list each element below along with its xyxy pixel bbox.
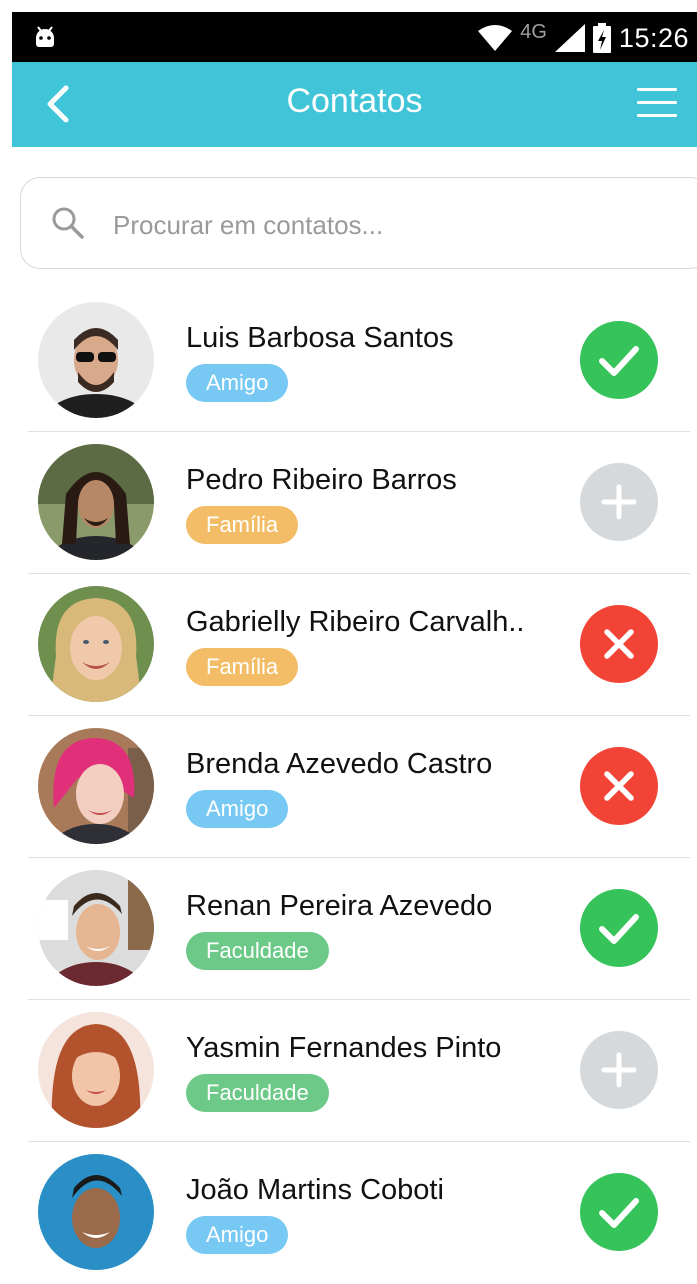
contact-tag: Faculdade — [186, 932, 329, 970]
contact-tag: Família — [186, 506, 299, 544]
add-contact-button[interactable] — [580, 1031, 658, 1109]
android-notification-icon — [36, 26, 54, 47]
check-icon — [580, 889, 658, 967]
contact-name: Luis Barbosa Santos — [186, 322, 454, 354]
avatar — [38, 1154, 154, 1270]
contact-tag: Família — [186, 648, 299, 686]
contact-row[interactable]: João Martins Coboti Amigo — [28, 1142, 690, 1284]
contact-row[interactable]: Gabrielly Ribeiro Carvalh.. Família — [28, 574, 690, 716]
cellular-signal-icon — [554, 24, 585, 52]
status-bar: 4G 15:26 — [12, 12, 697, 62]
search-input[interactable] — [111, 204, 655, 246]
clock: 15:26 — [618, 22, 689, 53]
contact-row[interactable]: Yasmin Fernandes Pinto Faculdade — [28, 1000, 690, 1142]
plus-icon — [580, 463, 658, 541]
check-icon — [580, 321, 658, 399]
network-type-label: 4G — [520, 20, 547, 43]
contact-name: Brenda Azevedo Castro — [186, 748, 493, 780]
avatar — [38, 870, 154, 986]
hamburger-menu-icon[interactable] — [637, 88, 677, 120]
avatar — [38, 302, 154, 418]
contacts-list: Luis Barbosa Santos Amigo Pedro Ribeiro … — [28, 290, 690, 1284]
contact-name: Pedro Ribeiro Barros — [186, 464, 457, 496]
contact-name: Renan Pereira Azevedo — [186, 890, 493, 922]
check-icon — [580, 1173, 658, 1251]
contact-row[interactable]: Renan Pereira Azevedo Faculdade — [28, 858, 690, 1000]
remove-contact-button[interactable] — [580, 747, 658, 825]
contact-row[interactable]: Luis Barbosa Santos Amigo — [28, 290, 690, 432]
wifi-icon — [478, 25, 513, 51]
contact-tag: Amigo — [186, 790, 289, 828]
add-contact-button[interactable] — [580, 463, 658, 541]
search-icon — [52, 207, 84, 239]
contact-added-button[interactable] — [580, 321, 658, 399]
screen-edge — [0, 0, 12, 1239]
contact-row[interactable]: Brenda Azevedo Castro Amigo — [28, 716, 690, 858]
plus-icon — [580, 1031, 658, 1109]
contact-tag: Faculdade — [186, 1074, 329, 1112]
page-title: Contatos — [286, 82, 423, 120]
avatar — [38, 1012, 154, 1128]
search-bar[interactable] — [20, 177, 697, 269]
contact-tag: Amigo — [186, 1216, 289, 1254]
contact-name: João Martins Coboti — [186, 1174, 444, 1206]
avatar — [38, 586, 154, 702]
battery-charging-icon — [592, 23, 611, 53]
remove-contact-button[interactable] — [580, 605, 658, 683]
contact-row[interactable]: Pedro Ribeiro Barros Família — [28, 432, 690, 574]
avatar — [38, 444, 154, 560]
close-icon — [580, 747, 658, 825]
contact-added-button[interactable] — [580, 1173, 658, 1251]
app-bar: Contatos — [12, 62, 697, 147]
contact-added-button[interactable] — [580, 889, 658, 967]
contact-name: Gabrielly Ribeiro Carvalh.. — [186, 606, 525, 638]
contact-name: Yasmin Fernandes Pinto — [186, 1032, 502, 1064]
avatar — [38, 728, 154, 844]
contact-tag: Amigo — [186, 364, 289, 402]
close-icon — [580, 605, 658, 683]
